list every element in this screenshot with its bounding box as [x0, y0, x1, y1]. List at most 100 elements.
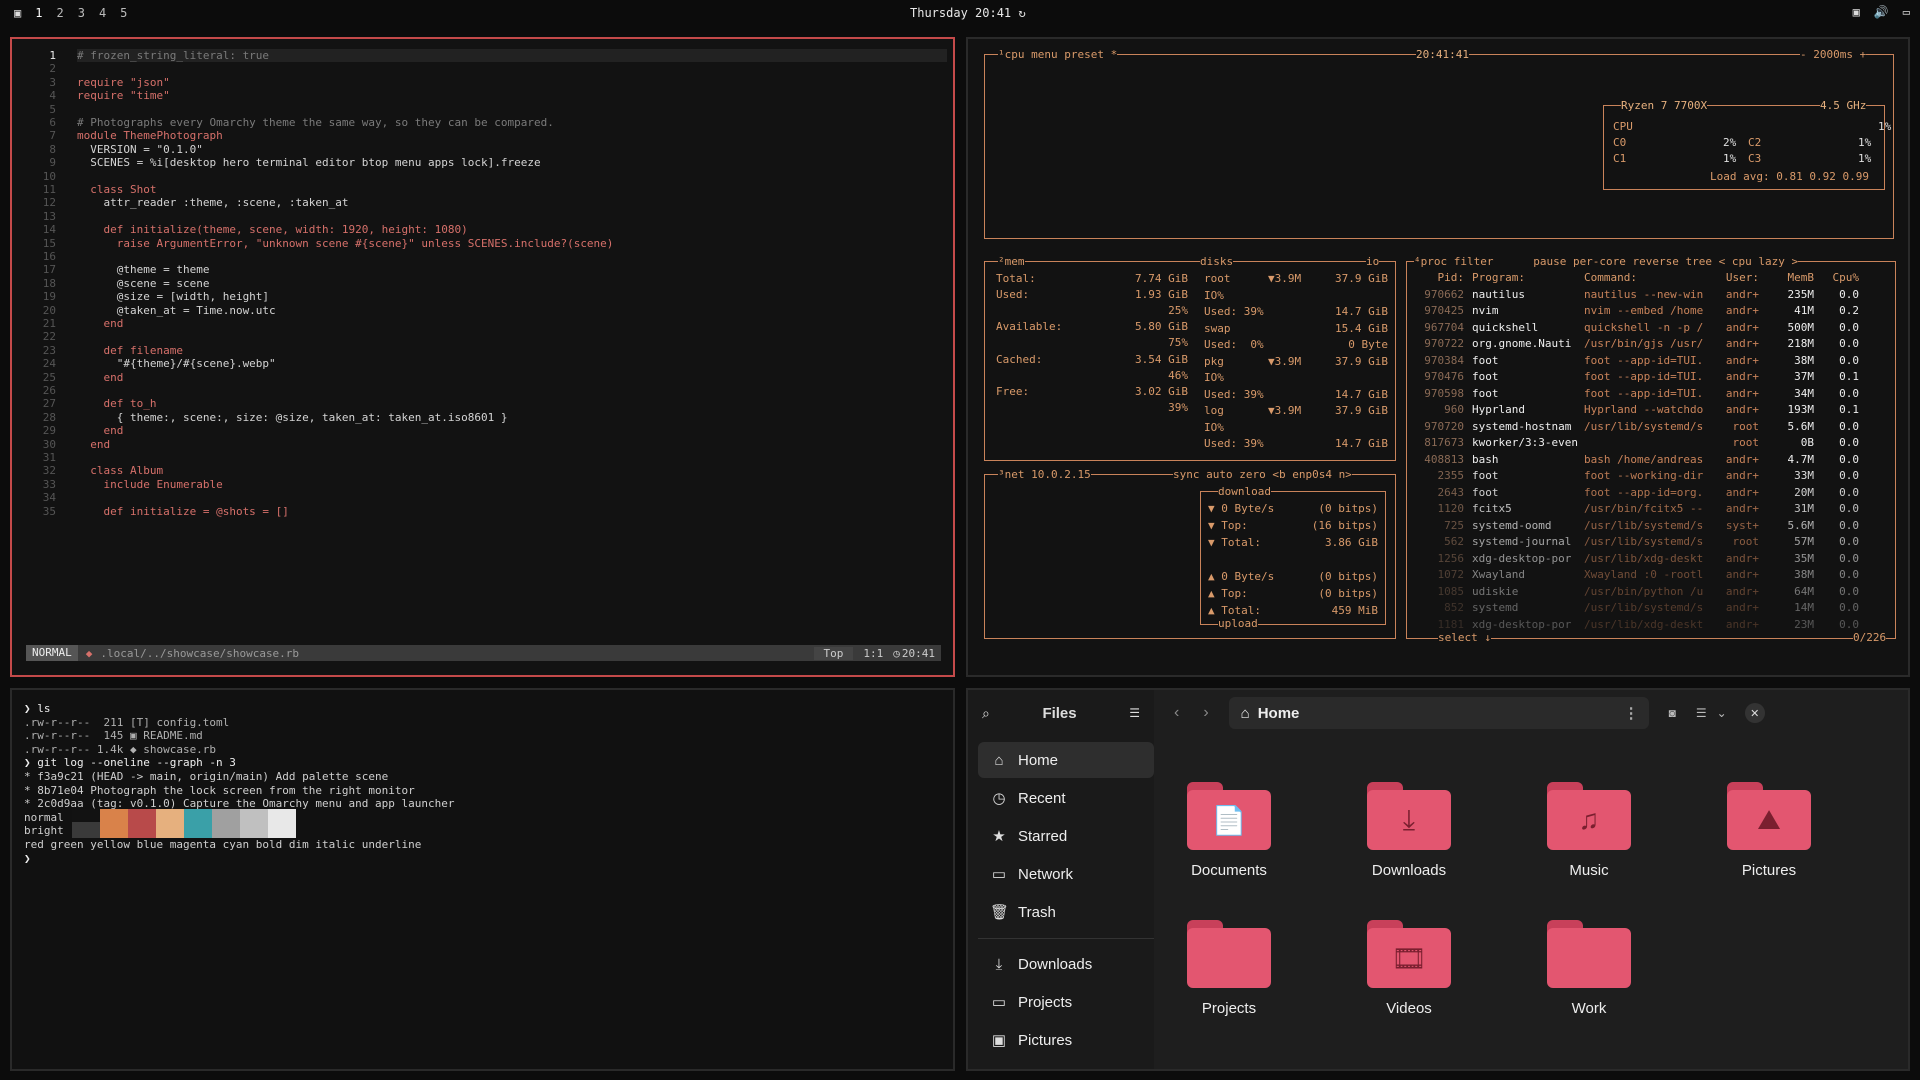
- screen-icon[interactable]: ▣: [1853, 5, 1860, 19]
- process-row[interactable]: 970598 foot foot --app-id=TUI. andr+ 34M 0.0: [1414, 387, 1894, 403]
- folder-icon: 🎞: [1367, 920, 1451, 988]
- process-row[interactable]: 852 systemd/usr/lib/systemd/s andr+ 14M 0.0: [1414, 601, 1894, 617]
- launcher-icon[interactable]: ▣: [14, 6, 21, 20]
- folder-projects[interactable]: Projects: [1164, 920, 1294, 1017]
- process-cell: andr+: [1725, 502, 1759, 515]
- process-row[interactable]: 1256 xdg-desktop-por/usr/lib/xdg-deskt and…: [1414, 552, 1894, 568]
- sidebar-item-trash[interactable]: 🗑 Trash: [978, 894, 1154, 930]
- terminal-window[interactable]: ❯ ls .rw-r--r-- 211 [T] config.toml .rw-r-…: [10, 688, 955, 1071]
- camera-icon[interactable]: ◙: [1669, 706, 1676, 720]
- sidebar-item-pictures[interactable]: ▣ Pictures: [978, 1022, 1154, 1058]
- close-icon[interactable]: ✕: [1744, 703, 1765, 723]
- palette-swatch: [128, 822, 156, 839]
- process-row[interactable]: 562 systemd-journal/usr/lib/systemd/s root…: [1414, 535, 1894, 551]
- list-view-icon[interactable]: ☰: [1696, 706, 1707, 720]
- disk-label: swap: [1204, 321, 1231, 335]
- search-icon[interactable]: ⌕: [982, 705, 990, 722]
- workspace-5[interactable]: 5: [120, 6, 127, 20]
- monitor-icon[interactable]: ▭: [1903, 5, 1910, 19]
- btop-window[interactable]: ¹cpu menu preset * 20:41:41 - 2000ms + R…: [966, 37, 1910, 677]
- sidebar-item-recent[interactable]: ◷ Recent: [978, 780, 1154, 816]
- process-row[interactable]: 1072 Xwayland Xwayland :0 -rootl andr+ 38M 0.…: [1414, 568, 1894, 584]
- net-header[interactable]: sync auto zero <b enp0s4 n>: [1173, 468, 1352, 481]
- folder-music[interactable]: ♫ Music: [1524, 782, 1654, 879]
- process-row[interactable]: 960 Hyprland Hyprland --watchdo andr+ 193M 0.…: [1414, 403, 1894, 419]
- terminal-line: ❯ git log --oneline --graph -n 3: [24, 756, 236, 770]
- process-cell: 0.0: [1839, 584, 1859, 598]
- folder-pictures[interactable]: ⛰ Pictures: [1704, 782, 1834, 879]
- volume-icon[interactable]: 🔊: [1874, 5, 1889, 19]
- workspace-3[interactable]: 3: [78, 6, 85, 20]
- process-row[interactable]: 967704 quickshell quickshell -n -p / andr+ 5…: [1414, 321, 1894, 337]
- palette-swatch: [72, 822, 100, 839]
- process-row[interactable]: 408813 bash bash /home/andreas andr+ 4.7M 0.0: [1414, 453, 1894, 469]
- path-menu-icon[interactable]: ⋮: [1624, 704, 1639, 722]
- back-button[interactable]: ‹: [1174, 704, 1179, 722]
- process-cell: /usr/bin/python /u: [1584, 584, 1704, 598]
- workspace-1[interactable]: 1: [35, 6, 42, 20]
- folder-documents[interactable]: 📄 Documents: [1164, 782, 1294, 879]
- trash-icon: 🗑: [990, 904, 1010, 921]
- process-cell: root: [1732, 419, 1760, 433]
- process-row[interactable]: 2643 foot foot --app-id=org. andr+ 20M 0.0: [1414, 486, 1894, 502]
- clock[interactable]: Thursday 20:41 ↻: [910, 6, 1026, 20]
- top-bar: ▣ 1 2 3 4 5 Thursday 20:41 ↻ ▣ 🔊 ▭: [0, 0, 1920, 26]
- line-number: 11: [42, 183, 56, 196]
- process-row[interactable]: 817673 kworker/3:3-even root 0B 0.0: [1414, 436, 1894, 452]
- palette-swatch: [240, 822, 268, 839]
- process-row[interactable]: 1085 udiskie/usr/bin/python /u andr+ 64M 0.0: [1414, 585, 1894, 601]
- net-stat-label: ▲ Total:: [1208, 604, 1261, 617]
- process-row[interactable]: 970720 systemd-hostnam/usr/lib/systemd/s r…: [1414, 420, 1894, 436]
- chevron-down-icon[interactable]: ⌄: [1717, 706, 1727, 720]
- process-row[interactable]: 2355 foot foot --working-dir andr+ 33M 0.0: [1414, 469, 1894, 485]
- forward-button[interactable]: ›: [1203, 704, 1208, 722]
- process-row[interactable]: 970384 foot foot --app-id=TUI. andr+ 38M 0.0: [1414, 354, 1894, 370]
- process-cell: nvim --embed /home: [1584, 304, 1704, 317]
- process-table[interactable]: Pid: Program: Command: User: MemB Cpu% 970662 n…: [1414, 271, 1894, 631]
- folder-grid: 📄 Documents ⤓ Downloads ♫ Music ⛰ Pictures Proje…: [1154, 736, 1908, 1069]
- terminal-line: ❯ ls: [24, 702, 51, 715]
- process-cell: 218M: [1787, 337, 1815, 350]
- process-cell: 0.0: [1839, 320, 1859, 334]
- folder-icon: 📄: [1187, 782, 1271, 850]
- folder-downloads[interactable]: ⤓ Downloads: [1344, 782, 1474, 879]
- sidebar-item-projects[interactable]: ▭ Projects: [978, 984, 1154, 1020]
- btop-time: 20:41:41: [1416, 48, 1469, 61]
- process-row[interactable]: 725 systemd-oomd/usr/lib/systemd/s syst+ 5.…: [1414, 519, 1894, 535]
- process-row[interactable]: 970476 foot foot --app-id=TUI. andr+ 37M 0.1: [1414, 370, 1894, 386]
- menu-icon[interactable]: ☰: [1129, 706, 1140, 720]
- process-cell: 0.0: [1839, 518, 1859, 532]
- sidebar-item-home[interactable]: ⌂ Home: [978, 742, 1154, 778]
- process-row[interactable]: 970722 org.gnome.Nauti/usr/bin/gjs /usr/a…: [1414, 337, 1894, 353]
- disk-label: log: [1204, 404, 1224, 417]
- process-cell: 5.6M: [1787, 419, 1815, 433]
- process-cell: nautilus: [1472, 287, 1525, 301]
- process-cell: andr+: [1725, 370, 1759, 383]
- network-icon: ▭: [991, 866, 1007, 883]
- line-number: 2: [49, 62, 56, 76]
- update-interval[interactable]: - 2000ms +: [1800, 48, 1867, 61]
- sidebar-item-network[interactable]: ▭ Network: [978, 856, 1154, 892]
- neovim-window[interactable]: 1 # frozen_string_literal: true 2 3 require …: [10, 37, 955, 677]
- code-line: end: [77, 424, 124, 438]
- files-window[interactable]: ⌕ Files ☰ ⌂ Home ◷ Recent ★ Starred ▭ Networ…: [966, 688, 1910, 1071]
- folder-videos[interactable]: 🎞 Videos: [1344, 920, 1474, 1017]
- sidebar-item-downloads[interactable]: ⤓ Downloads: [978, 946, 1154, 982]
- process-cell: 817673: [1424, 436, 1464, 449]
- process-cell: andr+: [1725, 386, 1759, 400]
- process-row[interactable]: 970425 nvim nvim --embed /home andr+ 41M 0.2: [1414, 304, 1894, 320]
- proc-header[interactable]: ⁴proc filter pause per-core reverse tree…: [1414, 255, 1799, 268]
- workspace-2[interactable]: 2: [56, 6, 63, 20]
- workspace-4[interactable]: 4: [99, 6, 106, 20]
- proc-count: 0/226: [1853, 631, 1887, 644]
- sidebar-item-starred[interactable]: ★ Starred: [978, 818, 1154, 854]
- folder-work[interactable]: Work: [1524, 920, 1654, 1017]
- process-cell: /usr/lib/systemd/s: [1584, 419, 1704, 433]
- palette-swatch: [268, 822, 296, 839]
- process-cell: nautilus --new-win: [1584, 287, 1704, 301]
- path-bar[interactable]: ⌂ Home ⋮: [1228, 697, 1649, 729]
- process-row[interactable]: 1120 fcitx5/usr/bin/fcitx5 -- andr+ 31M 0.0: [1414, 502, 1894, 518]
- process-row[interactable]: 970662 nautilus nautilus --new-win andr+ 235…: [1414, 288, 1894, 304]
- cpu-header[interactable]: ¹cpu menu preset *: [998, 48, 1118, 61]
- process-cell: 1072: [1437, 568, 1465, 581]
